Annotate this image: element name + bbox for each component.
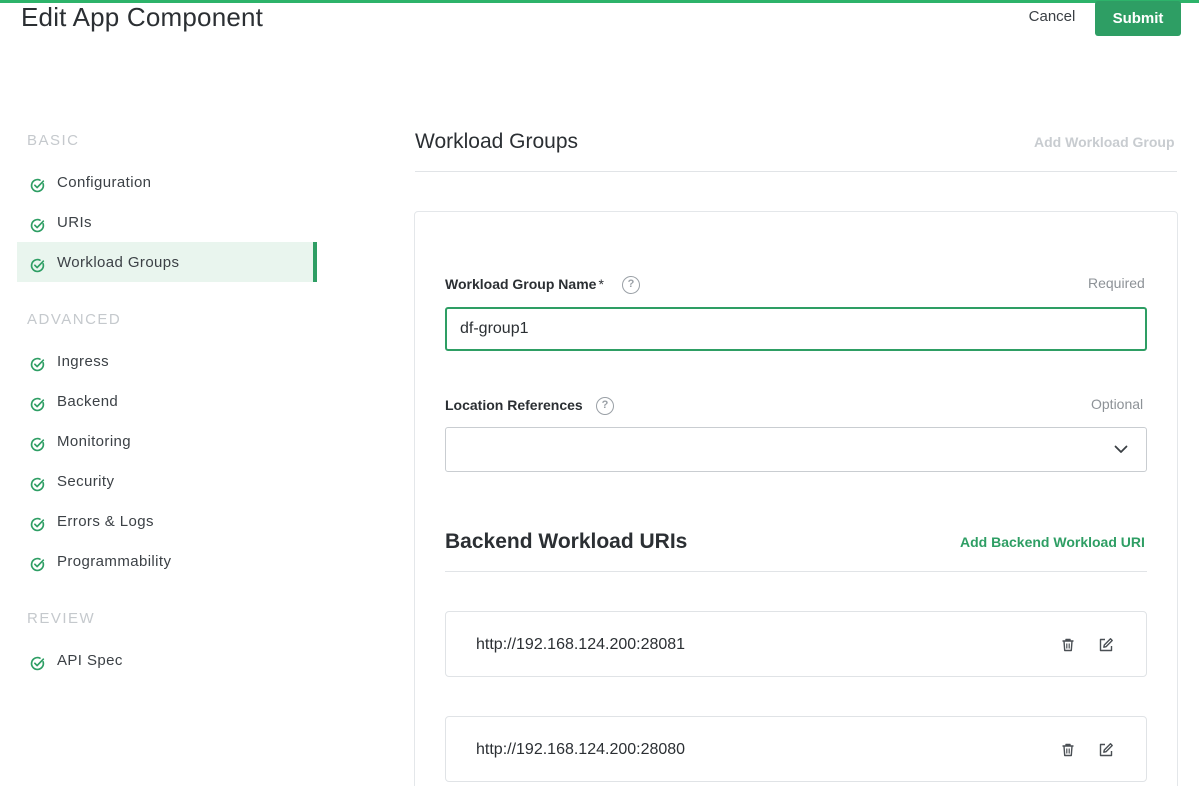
- sidebar-item-programmability[interactable]: Programmability: [17, 541, 317, 581]
- section-heading-advanced: ADVANCED: [27, 311, 122, 328]
- check-circle-icon: [30, 397, 45, 411]
- check-circle-icon: [30, 357, 45, 371]
- section-heading-basic: BASIC: [27, 132, 80, 149]
- page-title: Edit App Component: [21, 2, 264, 32]
- required-marker: *: [598, 276, 604, 292]
- location-references-label: Location References: [445, 397, 583, 413]
- check-circle-icon: [30, 656, 45, 670]
- sidebar-item-label: Monitoring: [57, 432, 132, 450]
- sidebar-item-label: Errors & Logs: [57, 512, 154, 530]
- check-circle-icon: [30, 477, 45, 491]
- sidebar-item-label: Security: [57, 472, 115, 490]
- sidebar-item-label: Programmability: [57, 552, 172, 570]
- optional-hint: Optional: [1091, 396, 1144, 412]
- cancel-button[interactable]: Cancel: [1019, 4, 1085, 30]
- submit-button[interactable]: Submit: [1095, 1, 1181, 36]
- check-circle-icon: [30, 178, 45, 192]
- required-hint: Required: [1088, 275, 1145, 291]
- section-heading-review: REVIEW: [27, 610, 96, 627]
- workload-group-name-label: Workload Group Name *: [445, 276, 604, 292]
- list-item: http://192.168.124.200:28080: [445, 716, 1147, 782]
- workload-group-name-input[interactable]: [445, 307, 1147, 351]
- trash-icon[interactable]: [1060, 742, 1076, 758]
- sidebar-item-security[interactable]: Security: [17, 461, 317, 501]
- sidebar-item-label: URIs: [57, 213, 92, 231]
- check-circle-icon: [30, 218, 45, 232]
- sidebar-item-ingress[interactable]: Ingress: [17, 341, 317, 381]
- sidebar-item-label: Ingress: [57, 352, 109, 370]
- backend-uri-text: http://192.168.124.200:28080: [476, 741, 686, 758]
- divider: [445, 571, 1147, 572]
- sidebar-item-label: API Spec: [57, 651, 123, 669]
- divider: [415, 171, 1177, 172]
- edit-icon[interactable]: [1098, 637, 1114, 653]
- location-references-select[interactable]: [445, 427, 1147, 472]
- add-workload-group-link[interactable]: Add Workload Group: [1034, 134, 1175, 150]
- check-circle-icon: [30, 258, 45, 272]
- trash-icon[interactable]: [1060, 637, 1076, 653]
- check-circle-icon: [30, 517, 45, 531]
- sidebar-item-errors-logs[interactable]: Errors & Logs: [17, 501, 317, 541]
- sidebar-item-monitoring[interactable]: Monitoring: [17, 421, 317, 461]
- help-icon[interactable]: ?: [622, 276, 640, 294]
- sidebar-item-label: Backend: [57, 392, 119, 410]
- edit-icon[interactable]: [1098, 742, 1114, 758]
- sidebar-item-backend[interactable]: Backend: [17, 381, 317, 421]
- check-circle-icon: [30, 437, 45, 451]
- check-circle-icon: [30, 557, 45, 571]
- help-icon[interactable]: ?: [596, 397, 614, 415]
- sidebar-item-workload-groups[interactable]: Workload Groups: [17, 242, 317, 282]
- workload-group-card: [414, 211, 1178, 786]
- section-title: Workload Groups: [415, 130, 579, 153]
- sidebar-item-configuration[interactable]: Configuration: [17, 162, 317, 202]
- chevron-down-icon: [1114, 445, 1128, 453]
- backend-workload-uris-heading: Backend Workload URIs: [445, 530, 688, 553]
- sidebar-item-label: Configuration: [57, 173, 152, 191]
- sidebar-item-label: Workload Groups: [57, 253, 180, 271]
- list-item: http://192.168.124.200:28081: [445, 611, 1147, 677]
- add-backend-workload-uri-link[interactable]: Add Backend Workload URI: [960, 534, 1145, 550]
- sidebar-item-api-spec[interactable]: API Spec: [17, 640, 317, 680]
- sidebar-item-uris[interactable]: URIs: [17, 202, 317, 242]
- backend-uri-text: http://192.168.124.200:28081: [476, 636, 686, 653]
